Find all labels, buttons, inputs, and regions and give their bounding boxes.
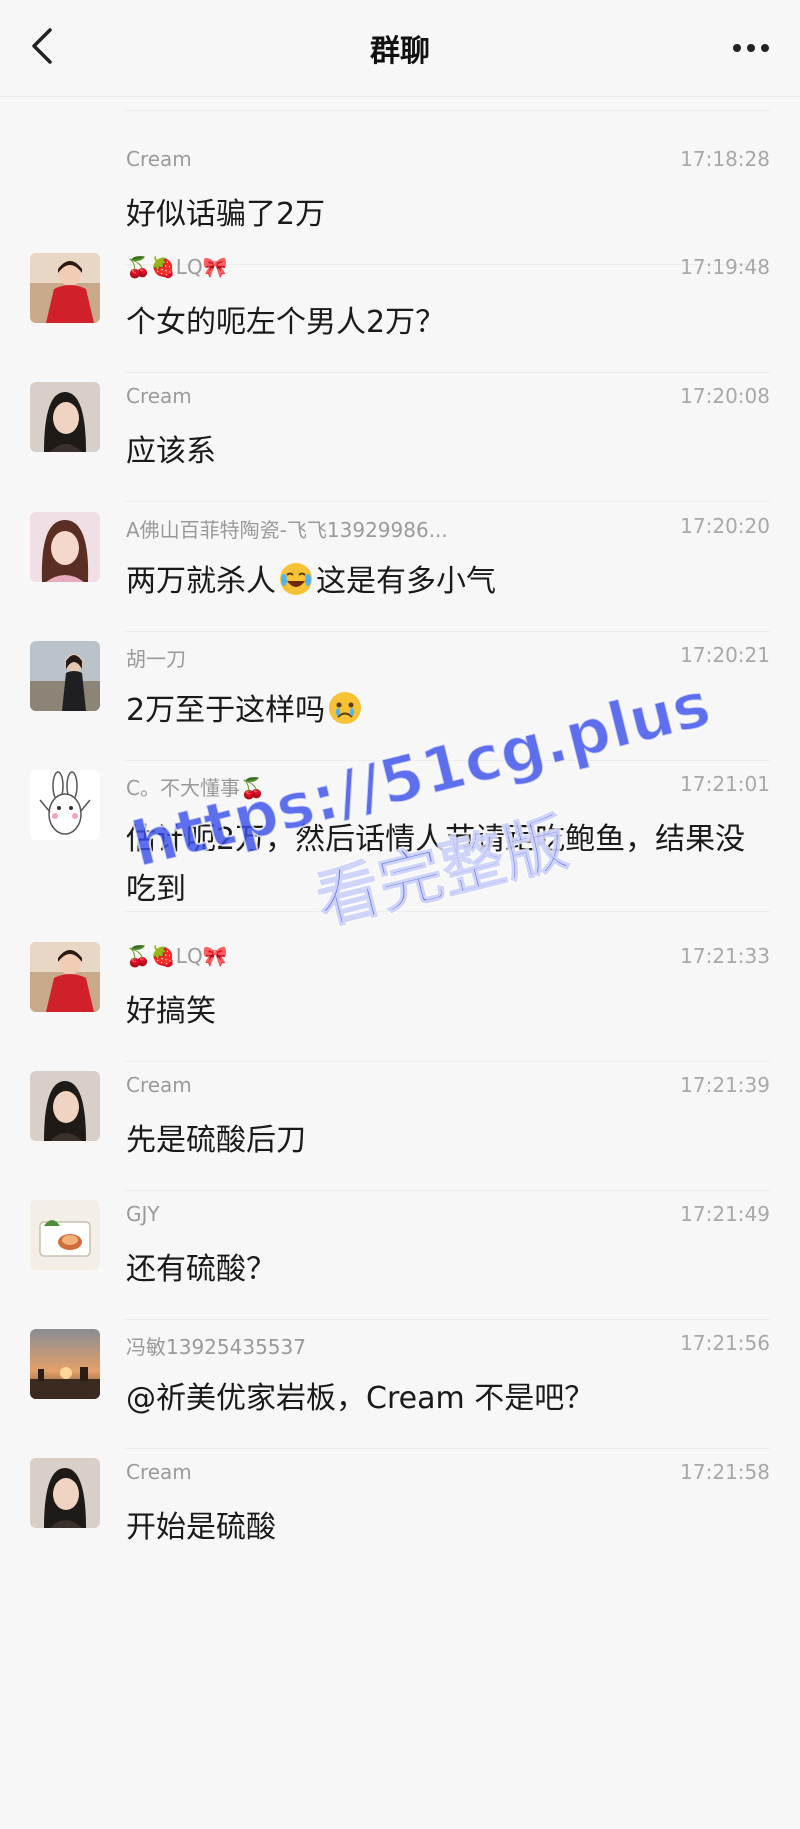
message-text: 估计呃2万，然后话情人节请距吃鲍鱼，结果没吃到 [126, 822, 746, 907]
more-dots-icon [733, 44, 769, 52]
chat-message[interactable]: 冯敏13925435537 17:21:56 @祈美优家岩板，Cream 不是吧… [0, 1299, 800, 1449]
chat-message[interactable]: GJY 17:21:49 还有硫酸？ [0, 1170, 800, 1320]
sender-name: Cream [126, 1073, 192, 1097]
sender-name: Cream [126, 384, 192, 408]
woman-avatar-icon [30, 512, 100, 582]
sender-name: Cream [126, 1460, 192, 1484]
sender-name: C。不大懂事🍒 [126, 776, 265, 800]
sunset-avatar-icon [30, 1329, 100, 1399]
message-text: 2万至于这样吗 [126, 686, 766, 736]
message-text: 应该系 [126, 434, 216, 469]
message-time: 17:21:49 [680, 1202, 770, 1226]
cartoon-avatar-icon [30, 1200, 100, 1270]
avatar[interactable] [30, 253, 100, 323]
message-text: 好搞笑 [126, 994, 216, 1029]
sender-name: 🍒🍓LQ🎀 [126, 255, 228, 279]
message-text: 个女的呃左个男人2万？ [126, 305, 446, 340]
chat-message[interactable]: 🍒🍓LQ🎀 17:19:48 个女的呃左个男人2万？ [0, 223, 800, 373]
more-options-button[interactable] [724, 30, 778, 66]
message-time: 17:20:08 [680, 384, 770, 408]
sender-name: 🍒🍓LQ🎀 [126, 944, 228, 968]
avatar[interactable] [30, 1200, 100, 1270]
message-time: 17:18:28 [680, 147, 770, 171]
avatar[interactable] [30, 1329, 100, 1399]
divider [125, 110, 770, 111]
message-time: 17:21:58 [680, 1460, 770, 1484]
message-time: 17:20:21 [680, 643, 770, 667]
chat-message[interactable]: Cream 17:20:08 应该系 [0, 352, 800, 502]
message-text: @祈美优家岩板，Cream 不是吧？ [126, 1381, 595, 1416]
chat-message[interactable]: C。不大懂事🍒 17:21:01 估计呃2万，然后话情人节请距吃鲍鱼，结果没吃到 [0, 740, 800, 912]
message-text: 先是硫酸后刀 [126, 1123, 306, 1158]
laughing-crying-emoji-icon [278, 561, 314, 597]
sender-name: GJY [126, 1202, 160, 1226]
message-time: 17:21:33 [680, 944, 770, 968]
avatar[interactable] [30, 1071, 100, 1141]
message-time: 17:21:01 [680, 772, 770, 796]
message-time: 17:19:48 [680, 255, 770, 279]
sender-name: Cream [126, 147, 192, 171]
page-title: 群聊 [370, 34, 430, 69]
avatar[interactable] [30, 1458, 100, 1528]
sender-name: 胡一刀 [126, 647, 186, 671]
message-time: 17:21:56 [680, 1331, 770, 1355]
crying-emoji-icon [327, 690, 363, 726]
sender-name: 冯敏13925435537 [126, 1335, 306, 1359]
avatar[interactable] [30, 382, 100, 452]
chat-message[interactable]: Cream 17:21:39 先是硫酸后刀 [0, 1041, 800, 1191]
chat-message[interactable]: A佛山百菲特陶瓷-飞飞13929986... 17:20:20 两万就杀人 这是有… [0, 482, 800, 632]
chat-message[interactable]: 🍒🍓LQ🎀 17:21:33 好搞笑 [0, 912, 800, 1062]
woman-avatar-icon [30, 641, 100, 711]
girl-avatar-icon [30, 253, 100, 323]
avatar[interactable] [30, 942, 100, 1012]
message-text: 两万就杀人 这是有多小气 [126, 557, 766, 607]
message-time: 17:21:39 [680, 1073, 770, 1097]
avatar[interactable] [30, 770, 100, 840]
sender-name: A佛山百菲特陶瓷-飞飞13929986... [126, 518, 448, 542]
chat-message[interactable]: Cream 17:21:58 开始是硫酸 [0, 1428, 800, 1578]
top-bar: 群聊 [0, 0, 800, 97]
avatar[interactable] [30, 641, 100, 711]
chat-message[interactable]: 胡一刀 17:20:21 2万至于这样吗 [0, 611, 800, 761]
woman-avatar-icon [30, 1071, 100, 1141]
woman-avatar-icon [30, 1458, 100, 1528]
rabbit-avatar-icon [30, 770, 100, 840]
message-text: 开始是硫酸 [126, 1510, 276, 1545]
avatar[interactable] [30, 512, 100, 582]
message-time: 17:20:20 [680, 514, 770, 538]
girl-avatar-icon [30, 942, 100, 1012]
woman-avatar-icon [30, 382, 100, 452]
message-text: 还有硫酸？ [126, 1252, 276, 1287]
